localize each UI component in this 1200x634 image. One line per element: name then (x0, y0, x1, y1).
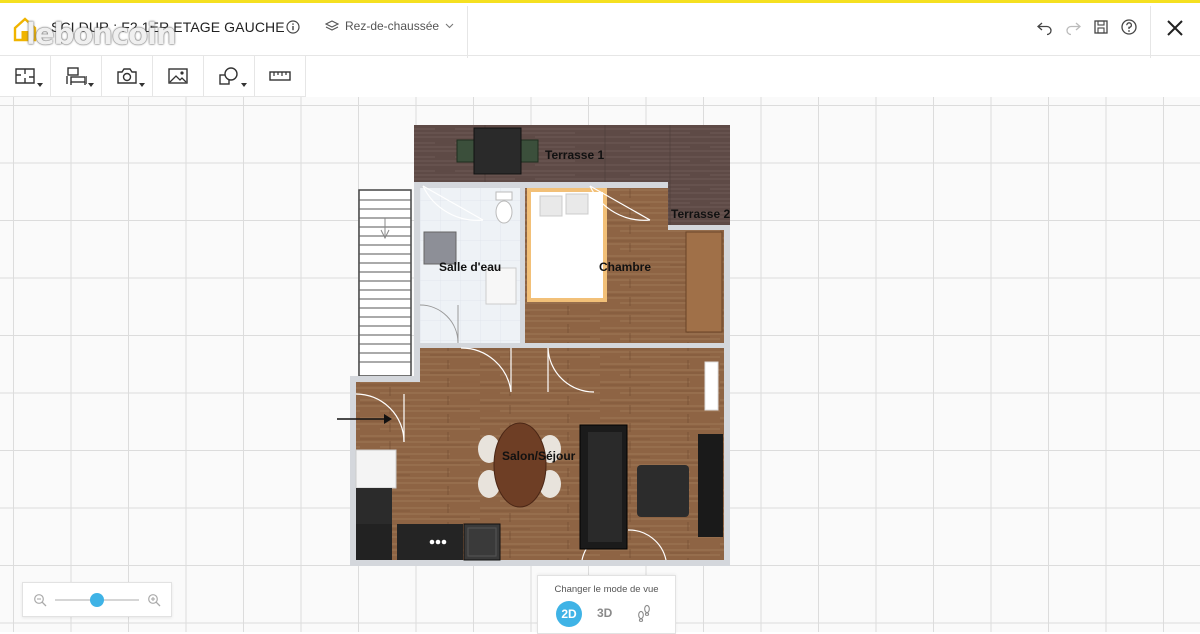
zoom-out-icon[interactable] (33, 593, 47, 607)
undo-icon[interactable] (1036, 18, 1054, 36)
view-mode-panel: Changer le mode de vue 2D 3D (537, 575, 676, 634)
top-bar: SCI DUR : F2 1ER ETAGE GAUCHE leboncoin … (0, 3, 1200, 58)
zoom-in-icon[interactable] (147, 593, 161, 607)
furniture-tool[interactable] (51, 56, 102, 96)
shapes-icon (219, 67, 238, 85)
top-actions (1036, 18, 1138, 36)
watermark: leboncoin (26, 17, 177, 51)
redo-icon[interactable] (1064, 18, 1082, 36)
floorplan-icon (15, 68, 35, 84)
camera-tool[interactable] (102, 56, 153, 96)
level-select[interactable]: Rez-de-chaussée (325, 19, 454, 33)
chevron-down-icon (445, 23, 454, 29)
level-select-value: Rez-de-chaussée (345, 19, 440, 33)
mode-2d-button[interactable]: 2D (556, 601, 582, 627)
rooms-tool[interactable] (0, 56, 51, 96)
furniture-icon (66, 67, 87, 85)
shapes-tool[interactable] (204, 56, 255, 96)
zoom-control (22, 582, 172, 617)
image-tool[interactable] (153, 56, 204, 96)
info-icon[interactable] (286, 20, 300, 34)
layers-icon (325, 20, 339, 31)
close-icon[interactable] (1164, 17, 1186, 39)
camera-icon (117, 68, 137, 84)
zoom-slider-handle[interactable] (90, 593, 104, 607)
divider (467, 6, 468, 58)
mode-3d-button[interactable]: 3D (597, 606, 612, 620)
plan-canvas[interactable] (0, 97, 1200, 632)
toolbar (0, 56, 306, 97)
image-icon (168, 68, 188, 84)
measure-tool[interactable] (255, 56, 306, 96)
footsteps-icon[interactable] (636, 604, 652, 622)
help-icon[interactable] (1120, 18, 1138, 36)
ruler-icon (269, 71, 291, 81)
divider (1150, 6, 1151, 58)
save-icon[interactable] (1092, 18, 1110, 36)
view-mode-label: Changer le mode de vue (554, 584, 659, 595)
